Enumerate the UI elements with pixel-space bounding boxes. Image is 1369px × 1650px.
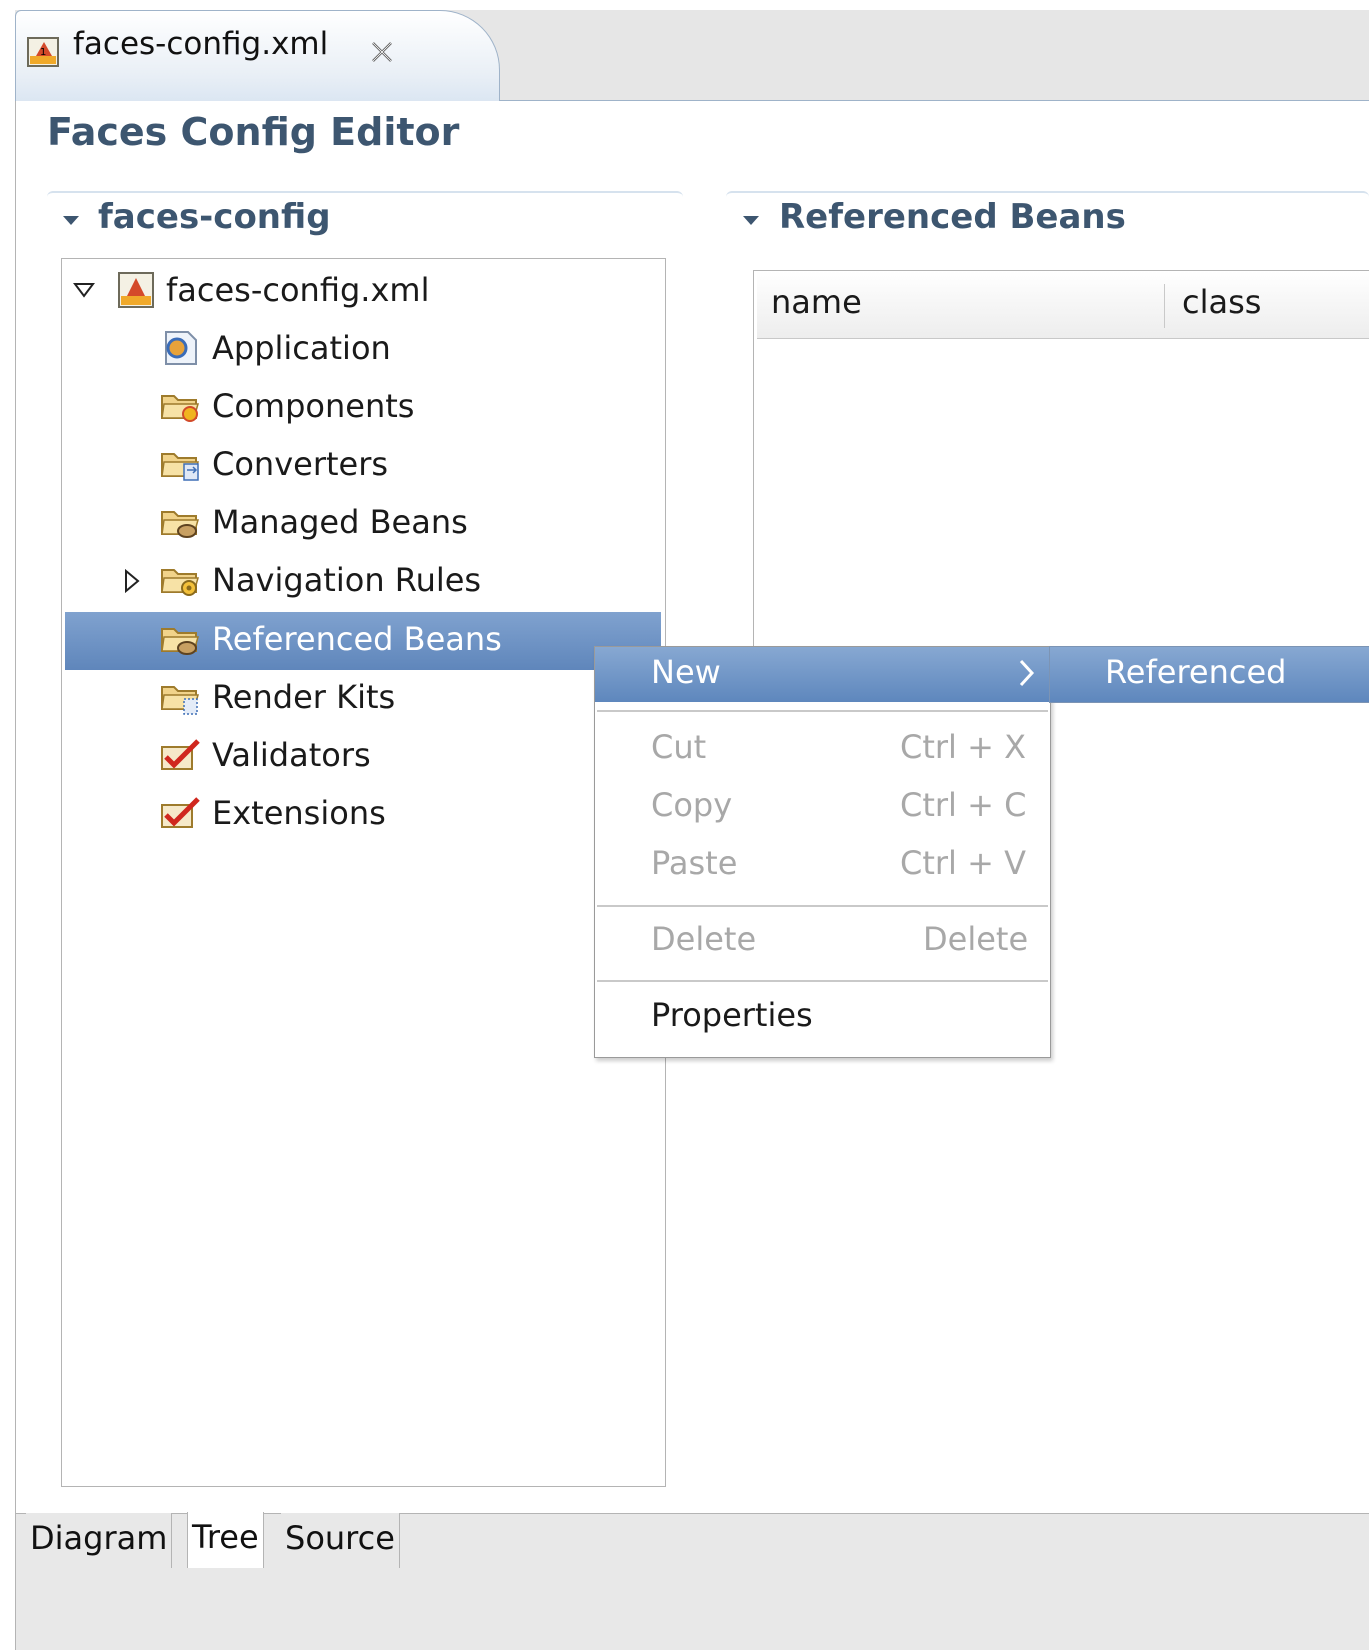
menu-item-cut[interactable]: Cut: [651, 728, 706, 766]
tree-item-application[interactable]: Application: [212, 319, 391, 377]
render-kits-folder-icon: [160, 677, 200, 717]
menu-item-cut-shortcut: Ctrl + X: [900, 728, 1027, 766]
collapse-section-icon[interactable]: [63, 216, 79, 225]
submenu-arrow-icon: [1016, 656, 1038, 690]
components-folder-icon: [160, 386, 200, 426]
page-tab-diagram[interactable]: Diagram: [26, 1513, 173, 1568]
section-title-faces-config[interactable]: faces-config: [98, 197, 331, 237]
application-icon: [160, 328, 200, 368]
tree-item-converters[interactable]: Converters: [212, 435, 388, 493]
collapse-triangle-icon[interactable]: [72, 278, 96, 302]
beans-folder-icon: [160, 619, 200, 659]
column-header-class[interactable]: class: [1182, 283, 1261, 321]
editor-tab-label[interactable]: faces-config.xml: [73, 26, 328, 62]
collapse-section-icon[interactable]: [743, 216, 759, 225]
menu-item-copy[interactable]: Copy: [651, 786, 732, 824]
checkmark-icon: [160, 735, 200, 775]
menu-item-delete-shortcut: Delete: [923, 920, 1029, 958]
tree-item-render-kits[interactable]: Render Kits: [212, 668, 395, 726]
tree-item-navigation-rules[interactable]: Navigation Rules: [212, 551, 481, 609]
submenu-item-referenced[interactable]: Referenced: [1105, 653, 1286, 691]
navigation-folder-icon: [160, 560, 200, 600]
tree-item-components[interactable]: Components: [212, 377, 414, 435]
beans-folder-icon: [160, 502, 200, 542]
expand-triangle-icon[interactable]: [120, 568, 144, 594]
faces-config-file-icon: [116, 270, 156, 310]
menu-item-new-label[interactable]: New: [651, 653, 721, 691]
column-separator[interactable]: [1164, 284, 1165, 328]
page-tab-tree[interactable]: Tree: [187, 1512, 264, 1568]
section-title-referenced-beans[interactable]: Referenced Beans: [779, 197, 1126, 237]
tree-item-validators[interactable]: Validators: [212, 726, 371, 784]
column-header-name[interactable]: name: [771, 283, 862, 321]
tree-item-referenced-beans[interactable]: Referenced Beans: [212, 610, 502, 668]
tree-item-extensions[interactable]: Extensions: [212, 784, 386, 842]
menu-item-paste[interactable]: Paste: [651, 844, 737, 882]
faces-config-file-icon: 1: [26, 36, 62, 68]
tree-item-managed-beans[interactable]: Managed Beans: [212, 493, 468, 551]
menu-item-properties[interactable]: Properties: [651, 996, 813, 1034]
menu-item-copy-shortcut: Ctrl + C: [900, 786, 1027, 824]
menu-separator: [597, 980, 1048, 982]
menu-separator: [597, 710, 1048, 712]
close-icon[interactable]: [368, 38, 396, 66]
converters-folder-icon: [160, 444, 200, 484]
menu-item-paste-shortcut: Ctrl + V: [900, 844, 1026, 882]
menu-item-delete[interactable]: Delete: [651, 920, 756, 958]
svg-text:1: 1: [40, 47, 46, 58]
tree-item-faces-config-xml[interactable]: faces-config.xml: [166, 261, 429, 319]
checkmark-icon: [160, 793, 200, 833]
page-tab-source[interactable]: Source: [281, 1513, 400, 1568]
page-title: Faces Config Editor: [47, 110, 460, 154]
menu-separator: [597, 905, 1048, 907]
